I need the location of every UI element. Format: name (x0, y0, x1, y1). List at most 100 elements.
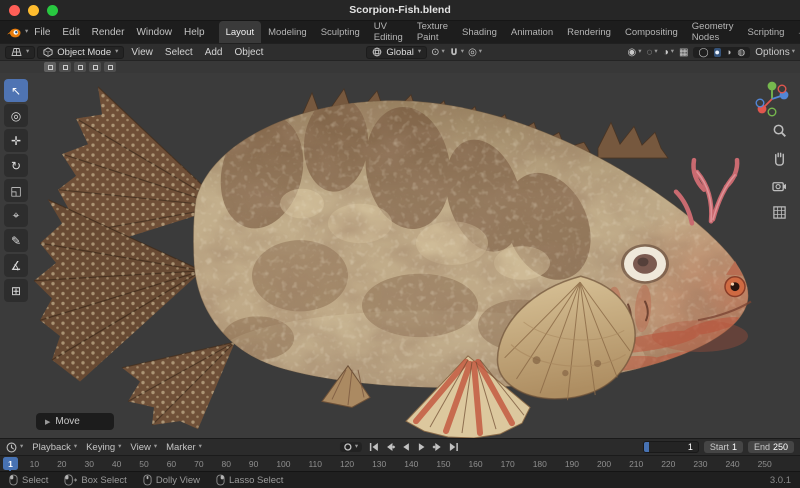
globe-icon (373, 47, 382, 57)
select-mode-intersect-icon[interactable] (104, 62, 116, 72)
frame-start-field[interactable]: Start 1 (703, 441, 743, 453)
operator-panel[interactable]: ▶ Move (36, 413, 114, 430)
mouse-middle-icon (143, 474, 152, 486)
transform-orientation-selector[interactable]: Global ▾ (366, 45, 428, 59)
fullscreen-button[interactable] (47, 5, 58, 16)
workspace-tabs: Layout Modeling Sculpting UV Editing Tex… (218, 21, 800, 43)
tab-rendering[interactable]: Rendering (560, 21, 618, 43)
show-overlays-toggle[interactable]: ◑ ▾ (663, 47, 674, 58)
object-menu[interactable]: Object (230, 47, 269, 58)
help-menu[interactable]: Help (178, 27, 211, 38)
edit-menu[interactable]: Edit (56, 27, 85, 38)
expand-caret-icon: ▶ (45, 418, 51, 426)
shading-material-icon[interactable]: ◑ (725, 47, 732, 57)
auto-keying-toggle[interactable]: ▾ (339, 442, 363, 452)
ruler-tick: 230 (693, 458, 708, 469)
ruler-tick: 80 (221, 458, 231, 469)
marker-menu[interactable]: Marker ▾ (166, 442, 202, 453)
mode-label: Object Mode (57, 46, 112, 58)
minimize-button[interactable] (28, 5, 39, 16)
toggle-xray-button[interactable]: ▦ (679, 47, 688, 58)
axis-y-handle[interactable] (767, 81, 777, 91)
show-gizmo-toggle[interactable]: ◌ ▾ (646, 47, 657, 58)
select-menu[interactable]: Select (160, 47, 198, 58)
head-spines (597, 121, 669, 159)
move-tool[interactable]: ✛ (4, 129, 28, 152)
select-box-tool[interactable]: ↖ (4, 79, 28, 102)
pivot-point-selector[interactable]: ⊙ ▾ (431, 47, 445, 58)
fish-eye (724, 276, 746, 298)
scale-tool[interactable]: ◱ (4, 179, 28, 202)
current-frame-marker[interactable]: 1 (3, 457, 18, 470)
select-mode-subtract-icon[interactable] (74, 62, 86, 72)
pan-view-icon[interactable] (772, 151, 787, 171)
blender-logo-icon[interactable]: ▾ (6, 27, 28, 38)
scorpion-fish-model[interactable] (0, 73, 800, 438)
shading-options-dropdown[interactable]: Options ▾ (755, 47, 795, 58)
window-title: Scorpion-Fish.blend (349, 4, 451, 16)
viewport-toolbar: ↖ ◎ ✛ ↻ ◱ ⌖ ✎ ∡ ⊞ (4, 79, 28, 302)
select-mode-invert-icon[interactable] (89, 62, 101, 72)
xray-icon: ▦ (679, 46, 689, 58)
3d-viewport[interactable]: ↖ ◎ ✛ ↻ ◱ ⌖ ✎ ∡ ⊞ ▶ Move (0, 73, 800, 438)
select-mode-extend-icon[interactable] (59, 62, 71, 72)
keying-menu[interactable]: Keying ▾ (86, 442, 121, 453)
proportional-editing-selector[interactable]: ◎ ▾ (468, 47, 482, 58)
ruler-tick: 150 (436, 458, 451, 469)
visibility-dropdown[interactable]: ◉ ▾ (627, 47, 641, 58)
camera-view-icon[interactable] (772, 179, 787, 197)
status-bar: Select Box Select Dolly View Lasso Selec… (0, 471, 800, 488)
navigation-gizmo[interactable] (752, 79, 792, 124)
play-button[interactable] (416, 441, 428, 453)
tab-uv-editing[interactable]: UV Editing (367, 21, 410, 43)
tab-compositing[interactable]: Compositing (618, 21, 685, 43)
play-reverse-button[interactable] (400, 441, 412, 453)
tab-sculpting[interactable]: Sculpting (314, 21, 367, 43)
cursor-tool[interactable]: ◎ (4, 104, 28, 127)
snap-selector[interactable]: ▾ (449, 47, 464, 57)
shading-solid-icon[interactable]: ● (713, 47, 721, 57)
viewport-editor-icon (11, 48, 22, 56)
timeline-ruler[interactable]: 1102030405060708090100110120130140150160… (0, 455, 800, 471)
add-menu[interactable]: Add (200, 47, 228, 58)
close-button[interactable] (9, 5, 20, 16)
window-menu[interactable]: Window (130, 27, 178, 38)
view-menu[interactable]: View (126, 47, 158, 58)
tab-scripting[interactable]: Scripting (740, 21, 791, 43)
render-menu[interactable]: Render (86, 27, 131, 38)
shading-rendered-icon[interactable]: ◍ (736, 47, 746, 57)
next-keyframe-button[interactable] (432, 441, 444, 453)
tab-geometry-nodes[interactable]: Geometry Nodes (685, 21, 741, 43)
shading-wireframe-icon[interactable]: ◯ (697, 47, 709, 57)
toggle-ortho-icon[interactable] (772, 205, 787, 225)
current-frame-field[interactable]: 1 (642, 441, 699, 453)
tab-texture-paint[interactable]: Texture Paint (410, 21, 455, 43)
frame-end-field[interactable]: End 250 (747, 441, 794, 453)
select-mode-set-icon[interactable] (44, 62, 56, 72)
add-workspace-button[interactable]: ＋ (791, 21, 800, 43)
annotate-tool[interactable]: ✎ (4, 229, 28, 252)
status-hint-lasso-select: Lasso Select (216, 474, 283, 486)
tab-layout[interactable]: Layout (218, 21, 262, 43)
tab-animation[interactable]: Animation (504, 21, 560, 43)
viewport-header: ▾ Object Mode ▾ View Select Add Object G… (0, 43, 800, 60)
chevron-down-icon: ▾ (654, 47, 658, 55)
transform-tool[interactable]: ⌖ (4, 204, 28, 227)
add-cube-tool[interactable]: ⊞ (4, 279, 28, 302)
clock-icon (6, 442, 17, 452)
zoom-view-icon[interactable] (772, 123, 787, 143)
status-hint-dolly-view: Dolly View (143, 474, 200, 486)
editor-type-selector[interactable]: ▾ (5, 45, 36, 59)
measure-tool[interactable]: ∡ (4, 254, 28, 277)
rotate-tool[interactable]: ↻ (4, 154, 28, 177)
playback-menu[interactable]: Playback ▾ (32, 442, 77, 453)
prev-keyframe-button[interactable] (384, 441, 396, 453)
mode-selector[interactable]: Object Mode ▾ (37, 45, 125, 59)
file-menu[interactable]: File (28, 27, 56, 38)
timeline-editor-selector[interactable]: ▾ (6, 442, 23, 453)
tab-modeling[interactable]: Modeling (261, 21, 314, 43)
jump-to-start-button[interactable] (368, 441, 380, 453)
jump-to-end-button[interactable] (448, 441, 460, 453)
tab-shading[interactable]: Shading (455, 21, 504, 43)
timeline-view-menu[interactable]: View ▾ (130, 442, 157, 453)
